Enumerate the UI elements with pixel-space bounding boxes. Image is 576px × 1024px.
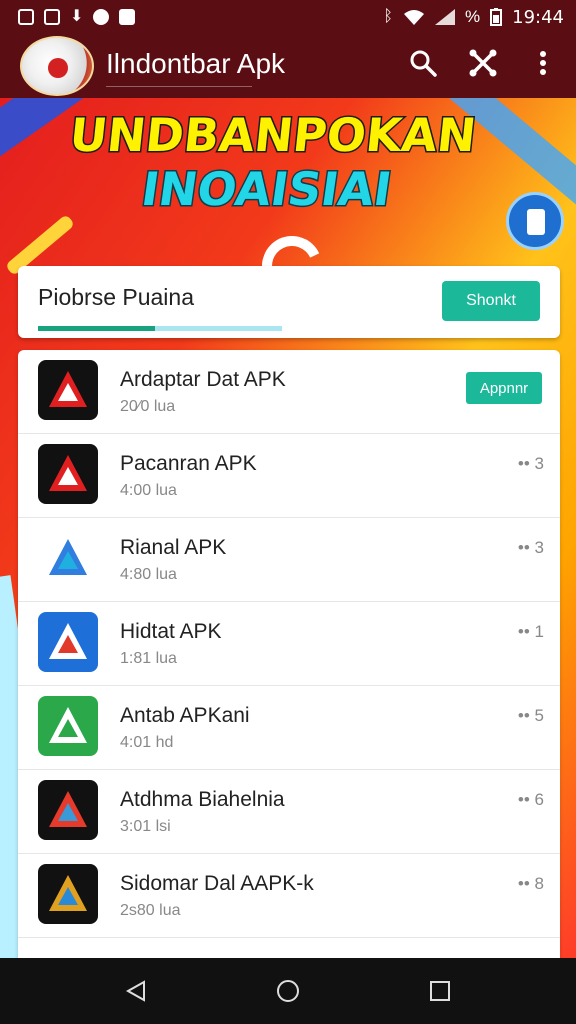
card-progress-bar <box>38 326 282 331</box>
recents-icon <box>430 981 450 1001</box>
app-meta: 3:01 lsi <box>120 818 171 835</box>
back-button[interactable] <box>116 971 156 1011</box>
app-meta: 4:80 lua <box>120 566 177 583</box>
app-actions <box>408 48 558 78</box>
status-bar: ⬇ ᛒ % 19:44 <box>0 0 576 34</box>
sync-icon <box>93 9 110 25</box>
more-button[interactable] <box>528 48 558 78</box>
app-meta: 4:00 lua <box>120 482 177 499</box>
app-count: •• 5 <box>517 706 544 725</box>
app-name: Antab APKani <box>120 704 250 727</box>
app-icon[interactable] <box>38 864 98 924</box>
list-item[interactable]: Hidtat APK 1:81 lua •• 1 <box>18 602 560 686</box>
card-action-button[interactable]: Shonkt <box>442 281 540 321</box>
download-icon: ⬇ <box>70 8 84 25</box>
status-right: ᛒ % 19:44 <box>383 7 564 28</box>
back-icon <box>125 980 145 1002</box>
app-name: Atdhma Biahelnia <box>120 788 285 811</box>
notification-icon <box>119 9 136 25</box>
image-icon <box>44 9 60 25</box>
app-meta: 1:81 lua <box>120 650 177 667</box>
search-button[interactable] <box>408 48 438 78</box>
list-item[interactable]: Pacanran APK 4:00 lua •• 3 <box>18 434 560 518</box>
wifi-icon <box>404 10 424 25</box>
home-icon <box>277 980 299 1002</box>
list-item[interactable]: Atdhma Biahelnia 3:01 lsi •• 6 <box>18 770 560 854</box>
card-title: Piobrse Puaina <box>38 284 194 310</box>
app-install-button[interactable]: Appnnr <box>466 372 542 404</box>
app-bar: Ilndontbar Apk <box>0 34 576 98</box>
battery-icon <box>490 8 503 26</box>
signal-icon <box>435 9 455 25</box>
app-meta: 2s80 lua <box>120 902 181 919</box>
app-count: •• 6 <box>517 790 544 809</box>
app-count: •• 3 <box>517 538 544 557</box>
app-name: Rianal APK <box>120 536 227 559</box>
app-count: •• 1 <box>517 622 544 641</box>
app-list: Ardaptar Dat APK 20⁄0 lua Appnnr Pacanran A… <box>18 350 560 960</box>
more-vert-icon <box>540 51 546 75</box>
app-count: •• 3 <box>517 454 544 473</box>
battery-percent: % <box>465 7 481 26</box>
app-count: •• 8 <box>517 874 544 893</box>
progress-card: Piobrse Puaina Shonkt <box>18 266 560 338</box>
nav-bar <box>0 958 576 1024</box>
photo-icon <box>18 9 34 25</box>
app-name: Pacanran APK <box>120 452 257 475</box>
home-button[interactable] <box>268 971 308 1011</box>
banner-subheadline: INOAISIAI <box>137 161 397 218</box>
list-item[interactable]: Ardaptar Dat APK 20⁄0 lua Appnnr <box>18 350 560 434</box>
app-icon[interactable] <box>38 528 98 588</box>
title-underline <box>106 86 252 87</box>
list-item[interactable]: Sidomar Dal AAPK-k 2s80 lua •• 8 <box>18 854 560 938</box>
app-icon[interactable] <box>38 444 98 504</box>
list-item[interactable]: Rianal APK 4:80 lua •• 3 <box>18 518 560 602</box>
app-logo <box>20 36 94 96</box>
app-icon[interactable] <box>38 780 98 840</box>
app-title: Ilndontbar Apk <box>106 48 286 79</box>
app-meta: 20⁄0 lua <box>120 398 176 415</box>
profile-badge-icon[interactable] <box>506 192 564 250</box>
app-meta: 4:01 hd <box>120 734 174 751</box>
app-name: Ardaptar Dat APK <box>120 368 286 391</box>
bluetooth-icon: ᛒ <box>383 8 393 25</box>
share-button[interactable] <box>468 48 498 78</box>
app-icon[interactable] <box>38 612 98 672</box>
status-left: ⬇ <box>18 8 136 25</box>
banner-headline: UNDBANPOKAN <box>66 107 480 164</box>
list-item[interactable]: Antab APKani 4:01 hd •• 5 <box>18 686 560 770</box>
status-time: 19:44 <box>512 6 564 28</box>
search-icon <box>410 50 437 77</box>
promo-banner: UNDBANPOKAN INOAISIAI Piobrse Puaina Sho… <box>0 98 576 960</box>
card-progress-fill <box>38 326 156 331</box>
app-name: Sidomar Dal AAPK-k <box>120 872 314 895</box>
share-icon <box>469 49 497 77</box>
app-icon[interactable] <box>38 360 98 420</box>
recents-button[interactable] <box>420 971 460 1011</box>
app-name: Hidtat APK <box>120 620 222 643</box>
app-icon[interactable] <box>38 696 98 756</box>
